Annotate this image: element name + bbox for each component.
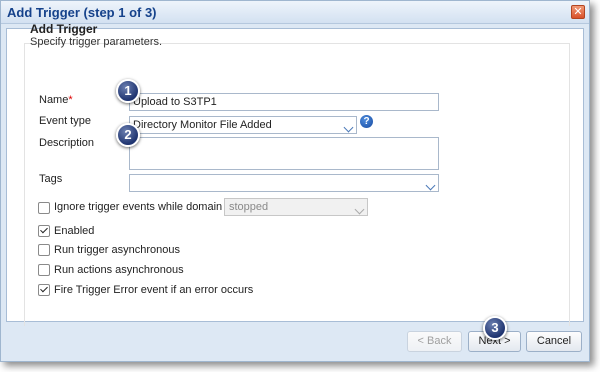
add-trigger-dialog: Add Trigger (step 1 of 3) ✕ Add Trigger … [0, 0, 590, 362]
close-button[interactable]: ✕ [571, 5, 585, 19]
cancel-button[interactable]: Cancel [526, 331, 582, 352]
event-type-label: Event type [39, 115, 91, 127]
event-type-select[interactable]: Directory Monitor File Added [129, 116, 357, 134]
domain-state-value: stopped [229, 201, 269, 213]
chevron-down-icon[interactable] [341, 118, 355, 132]
callout-badge-1: 1 [116, 79, 140, 103]
section-subtitle: Specify trigger parameters. [30, 36, 163, 48]
back-button[interactable]: < Back [407, 331, 462, 352]
description-label: Description [39, 137, 95, 149]
description-textarea[interactable] [129, 137, 439, 170]
tags-select[interactable] [129, 174, 439, 192]
enabled-checkbox[interactable] [38, 225, 50, 237]
required-marker: * [68, 94, 73, 106]
section-title: Add Trigger [30, 22, 98, 36]
dialog-title: Add Trigger (step 1 of 3) [7, 5, 157, 20]
callout-badge-2: 2 [116, 123, 140, 147]
run-trigger-async-label: Run trigger asynchronous [54, 244, 180, 256]
help-icon[interactable]: ? [360, 115, 373, 128]
fire-error-event-checkbox[interactable] [38, 284, 50, 296]
name-label: Name* [39, 94, 73, 106]
ignore-events-checkbox[interactable] [38, 202, 50, 214]
chevron-down-icon [352, 200, 366, 214]
enabled-label: Enabled [54, 225, 95, 237]
name-input[interactable]: Upload to S3TP1 [129, 93, 439, 111]
callout-badge-3: 3 [483, 316, 507, 340]
tags-label: Tags [39, 173, 63, 185]
run-actions-async-label: Run actions asynchronous [54, 264, 184, 276]
run-trigger-async-checkbox[interactable] [38, 244, 50, 256]
ignore-events-label: Ignore trigger events while domain is [54, 201, 234, 213]
domain-state-select: stopped [224, 198, 368, 216]
close-icon: ✕ [573, 6, 583, 18]
fire-error-event-label: Fire Trigger Error event if an error occ… [54, 284, 254, 296]
run-actions-async-checkbox[interactable] [38, 264, 50, 276]
chevron-down-icon[interactable] [423, 176, 437, 190]
event-type-value: Directory Monitor File Added [133, 119, 272, 131]
dialog-titlebar: Add Trigger (step 1 of 3) ✕ [1, 1, 589, 24]
